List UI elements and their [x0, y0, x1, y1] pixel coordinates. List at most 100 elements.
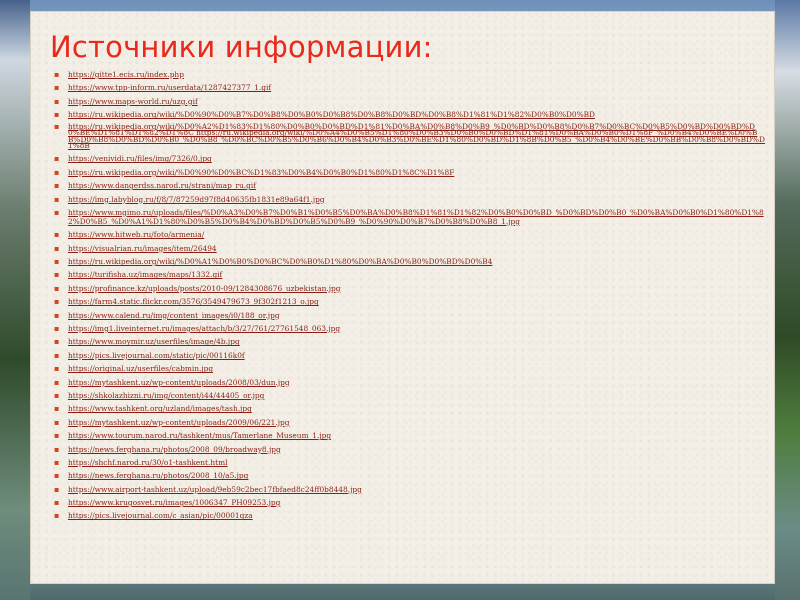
source-link[interactable]: https://www.calend.ru/img/content_images…: [68, 311, 280, 320]
bullet-icon: ▪: [54, 390, 60, 400]
bullet-icon: ▪: [54, 377, 60, 387]
source-link[interactable]: https://img1.liveinternet.ru/images/atta…: [68, 324, 340, 333]
bullet-icon: ▪: [54, 511, 60, 521]
source-link-item: ▪ https://mytashkent.uz/wp-content/upload…: [54, 378, 766, 387]
source-link[interactable]: https://news.ferghana.ru/photos/2008_09/…: [68, 445, 281, 454]
source-link-item: ▪ https://pics.livejournal.com/c_asian/pi…: [54, 511, 766, 520]
source-link-item: ▪ https://mytashkent.uz/wp-content/upload…: [54, 418, 766, 427]
bullet-icon: ▪: [54, 364, 60, 374]
source-link[interactable]: https://ru.wikipedia.org/wiki/%D0%90%D0%…: [68, 168, 454, 177]
source-link-item: ▪ https://ru.wikipedia.org/wiki/%D0%90%D0…: [54, 110, 766, 119]
bullet-icon: ▪: [54, 207, 60, 217]
source-link-item: ▪ https://www.moymir.uz/userfiles/image/4…: [54, 337, 766, 346]
source-link-item: ▪ https://www.tashkent.org/uzland/images/…: [54, 404, 766, 413]
background-photo-left: [0, 0, 30, 600]
source-link[interactable]: https://pics.livejournal.com/static/pic/…: [68, 351, 245, 360]
source-link[interactable]: https://profinance.kz/uploads/posts/2010…: [68, 284, 341, 293]
bullet-icon: ▪: [54, 350, 60, 360]
source-link[interactable]: https://shkolazhizni.ru/img/content/i44/…: [68, 391, 264, 400]
background-photo-right: [775, 0, 800, 600]
bullet-icon: ▪: [54, 404, 60, 414]
bullet-icon: ▪: [54, 431, 60, 441]
source-link[interactable]: https://mytashkent.uz/wp-content/uploads…: [68, 418, 289, 427]
source-link[interactable]: https://venividi.ru/files/img/7326/0.jpg: [68, 154, 212, 163]
bullet-icon: ▪: [54, 471, 60, 481]
source-link[interactable]: https://www.mgimo.ru/uploads/files/%D0%A…: [68, 208, 764, 226]
source-link-item: ▪ https://ru.wikipedia.org/wiki/%D0%A1%D0…: [54, 257, 766, 266]
source-link-item: ▪ https://shkolazhizni.ru/img/content/i44…: [54, 391, 766, 400]
bullet-icon: ▪: [54, 484, 60, 494]
source-link[interactable]: https://www.maps-world.ru/uzg.gif: [68, 97, 198, 106]
source-links-list: ▪ https://gitte1.ecis.ru/index.php ▪ https:…: [54, 70, 766, 525]
source-link-item: ▪ https://original.uz/userfiles/cabmin.jp…: [54, 364, 766, 373]
source-link-item: ▪ https://pics.livejournal.com/static/pic…: [54, 351, 766, 360]
source-link[interactable]: https://www.airport-tashkent.uz/upload/9…: [68, 485, 362, 494]
source-link[interactable]: https://visualrian.ru/images/item/26494: [68, 244, 217, 253]
source-link-item: ▪ https://gitte1.ecis.ru/index.php: [54, 70, 766, 79]
source-link-item: ▪ https://img.labyblog.ru/f/8/7/87259d97f…: [54, 195, 766, 204]
source-link-item: ▪ https://www.hitweb.ru/foto/armenia/: [54, 230, 766, 239]
source-link[interactable]: https://turifisha.uz/images/maps/1332.gi…: [68, 270, 222, 279]
source-link[interactable]: https://news.ferghana.ru/photos/2008_10/…: [68, 471, 248, 480]
source-link-item: ▪ https://ru.wikipedia.org/wiki/%D0%90%D0…: [54, 168, 766, 177]
source-link-item: ▪ https://img1.liveinternet.ru/images/att…: [54, 324, 766, 333]
source-link[interactable]: https://www.tashkent.org/uzland/images/t…: [68, 404, 252, 413]
source-link-item: ▪ https://www.dangerdss.narod.ru/strani/m…: [54, 181, 766, 190]
source-link[interactable]: https://gitte1.ecis.ru/index.php: [68, 70, 184, 79]
source-link[interactable]: https://www.hitweb.ru/foto/armenia/: [68, 230, 204, 239]
source-link-item: ▪ https://shchf.narod.ru/30/o1-tashkent.h…: [54, 458, 766, 467]
source-link[interactable]: https://mytashkent.uz/wp-content/uploads…: [68, 378, 290, 387]
bullet-icon: ▪: [54, 324, 60, 334]
bullet-icon: ▪: [54, 181, 60, 191]
source-link-item: ▪ https://www.calend.ru/img/content_image…: [54, 311, 766, 320]
bullet-icon: ▪: [54, 417, 60, 427]
source-link-item: ▪ https://venividi.ru/files/img/7326/0.jp…: [54, 154, 766, 163]
bullet-icon: ▪: [54, 110, 60, 120]
bullet-icon: ▪: [54, 154, 60, 164]
source-link-item: ▪ https://www.tpp-inform.ru/userdata/1287…: [54, 83, 766, 92]
source-link-item: ▪ https://profinance.kz/uploads/posts/201…: [54, 284, 766, 293]
source-link[interactable]: https://www.moymir.uz/userfiles/image/4b…: [68, 337, 240, 346]
bullet-icon: ▪: [54, 167, 60, 177]
source-link-item: ▪ https://www.krugosvet.ru/images/1006347…: [54, 498, 766, 507]
bullet-icon: ▪: [54, 194, 60, 204]
source-link[interactable]: https://shchf.narod.ru/30/o1-tashkent.ht…: [68, 458, 227, 467]
source-link-item: ▪ https://www.maps-world.ru/uzg.gif: [54, 97, 766, 106]
bullet-icon: ▪: [54, 337, 60, 347]
source-link[interactable]: https://www.tourum.narod.ru/tashkent/mus…: [68, 431, 331, 440]
bullet-icon: ▪: [54, 444, 60, 454]
source-link[interactable]: https://original.uz/userfiles/cabmin.jpg: [68, 364, 213, 373]
bullet-icon: ▪: [54, 96, 60, 106]
bullet-icon: ▪: [54, 457, 60, 467]
source-link[interactable]: https://farm4.static.flickr.com/3576/354…: [68, 297, 319, 306]
source-link[interactable]: https://ru.wikipedia.org/wiki/%D0%90%D0%…: [68, 110, 595, 119]
bullet-icon: ▪: [54, 257, 60, 267]
source-link-item: ▪ https://news.ferghana.ru/photos/2008_09…: [54, 445, 766, 454]
bullet-icon: ▪: [54, 498, 60, 508]
source-link-item: ▪ https://turifisha.uz/images/maps/1332.g…: [54, 270, 766, 279]
bullet-icon: ▪: [54, 310, 60, 320]
bullet-icon: ▪: [54, 243, 60, 253]
bullet-icon: ▪: [54, 83, 60, 93]
source-link[interactable]: https://img.labyblog.ru/f/8/7/87259d97f8…: [68, 195, 325, 204]
source-link[interactable]: https://ru.wikipedia.org/wiki/%D0%A1%D0%…: [68, 257, 492, 266]
source-link-item: ▪ https://ru.wikipedia.org/wiki/%D0%A2%D1…: [54, 121, 766, 151]
bullet-icon: ▪: [54, 230, 60, 240]
source-link[interactable]: https://ru.wikipedia.org/wiki/%D0%A2%D1%…: [68, 122, 765, 151]
bullet-icon: ▪: [54, 70, 60, 79]
source-link[interactable]: https://www.dangerdss.narod.ru/strani/ma…: [68, 181, 256, 190]
slide-title: Источники информации:: [50, 30, 433, 64]
source-link-item: ▪ https://farm4.static.flickr.com/3576/35…: [54, 297, 766, 306]
source-link-item: ▪ https://www.tourum.narod.ru/tashkent/mu…: [54, 431, 766, 440]
bullet-icon: ▪: [54, 283, 60, 293]
source-link[interactable]: https://pics.livejournal.com/c_asian/pic…: [68, 511, 253, 520]
source-link-item: ▪ https://news.ferghana.ru/photos/2008_10…: [54, 471, 766, 480]
bullet-icon: ▪: [54, 121, 60, 131]
source-link-item: ▪ https://www.airport-tashkent.uz/upload/…: [54, 485, 766, 494]
source-link-item: ▪ https://visualrian.ru/images/item/26494: [54, 244, 766, 253]
source-link[interactable]: https://www.tpp-inform.ru/userdata/12874…: [68, 83, 271, 92]
source-link[interactable]: https://www.krugosvet.ru/images/1006347_…: [68, 498, 280, 507]
bullet-icon: ▪: [54, 270, 60, 280]
bullet-icon: ▪: [54, 297, 60, 307]
source-link-item: ▪ https://www.mgimo.ru/uploads/files/%D0%…: [54, 208, 766, 226]
